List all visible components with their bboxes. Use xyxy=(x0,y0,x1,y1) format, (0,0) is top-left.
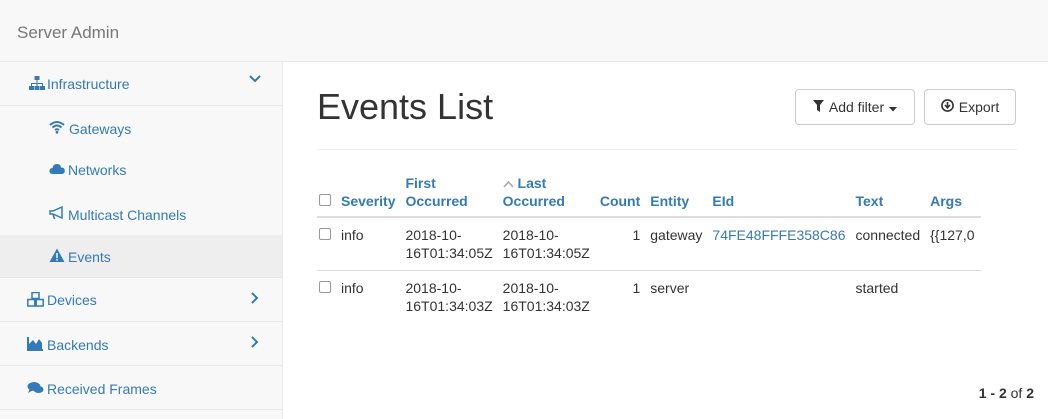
chevron-right-icon xyxy=(248,291,262,308)
select-all-cell xyxy=(317,170,337,217)
chevron-right-icon xyxy=(248,335,262,352)
first-occurred-time: 16T01:34:05Z xyxy=(405,245,493,261)
events-table: Severity First Occurred Last Occurred Coun… xyxy=(317,170,981,323)
row-checkbox[interactable] xyxy=(319,228,331,240)
table-header-row: Severity First Occurred Last Occurred Coun… xyxy=(317,170,981,217)
first-occurred-date: 2018-10- xyxy=(405,227,462,243)
brand-title[interactable]: Server Admin xyxy=(17,23,119,43)
cell-severity: info xyxy=(341,280,364,296)
select-all-checkbox[interactable] xyxy=(319,194,331,206)
sidebar-item-label: Networks xyxy=(68,162,127,178)
row-checkbox[interactable] xyxy=(319,281,331,293)
cell-text: started xyxy=(855,280,899,296)
last-occurred-line1: Last xyxy=(517,175,547,191)
cell-count: 1 xyxy=(632,280,641,296)
cell-first-occurred: 2018-10- 16T01:34:05Z xyxy=(401,217,498,271)
filter-icon xyxy=(812,99,824,115)
col-eid[interactable]: EId xyxy=(708,170,851,217)
cell-count: 1 xyxy=(632,227,641,243)
warning-icon xyxy=(49,248,65,264)
sidebar-item-label: Devices xyxy=(47,292,97,308)
cell-entity: gateway xyxy=(650,227,703,243)
cell-args xyxy=(926,271,980,324)
last-occurred-date: 2018-10- xyxy=(502,227,559,243)
sidebar: Infrastructure Gateways Networks Multica… xyxy=(0,62,283,419)
col-first-occurred[interactable]: First Occurred xyxy=(401,170,498,217)
sitemap-icon xyxy=(29,75,45,91)
sidebar-item-gateways[interactable]: Gateways xyxy=(0,106,282,149)
add-filter-label: Add filter xyxy=(828,99,885,115)
last-occurred-date: 2018-10- xyxy=(502,280,559,296)
area-chart-icon xyxy=(27,336,43,352)
sidebar-item-multicast-channels[interactable]: Multicast Channels xyxy=(0,192,282,235)
row-select-cell xyxy=(317,271,337,324)
sidebar-item-backends[interactable]: Backends xyxy=(0,322,282,366)
cubes-icon xyxy=(27,291,44,308)
main-content: Events List Add filter Export Severity F… xyxy=(283,62,1048,419)
cell-text: connected xyxy=(855,227,921,243)
page-title: Events List xyxy=(317,86,494,127)
pagination-total: 2 xyxy=(1026,385,1034,401)
top-navbar: Server Admin xyxy=(0,0,1048,62)
sidebar-item-label: Backends xyxy=(47,337,109,353)
col-last-occurred[interactable]: Last Occurred xyxy=(499,170,596,217)
cell-last-occurred: 2018-10- 16T01:34:03Z xyxy=(499,271,596,324)
col-text[interactable]: Text xyxy=(852,170,927,217)
sidebar-item-label: Received Frames xyxy=(47,381,157,397)
sidebar-item-devices[interactable]: Devices xyxy=(0,278,282,322)
sidebar-item-label: Multicast Channels xyxy=(68,207,187,223)
divider xyxy=(317,149,1017,150)
col-entity[interactable]: Entity xyxy=(646,170,708,217)
last-occurred-line2: Occurred xyxy=(502,193,565,209)
sidebar-item-received-frames[interactable]: Received Frames xyxy=(0,366,282,410)
wifi-icon xyxy=(49,120,65,136)
cell-eid-link[interactable]: 74FE48FFFE358C86 xyxy=(708,217,851,271)
cell-last-occurred: 2018-10- 16T01:34:05Z xyxy=(499,217,596,271)
cloud-icon xyxy=(49,162,65,178)
add-filter-button[interactable]: Add filter xyxy=(795,89,915,125)
caret-down-icon xyxy=(889,99,898,115)
col-args[interactable]: Args xyxy=(926,170,980,217)
cell-eid-link[interactable] xyxy=(708,271,851,324)
table-row[interactable]: info 2018-10- 16T01:34:03Z 2018-10- 16T01:… xyxy=(317,270,981,324)
col-count[interactable]: Count xyxy=(596,170,646,217)
export-label: Export xyxy=(958,99,1000,115)
last-occurred-time: 16T01:34:03Z xyxy=(502,298,590,314)
first-occurred-time: 16T01:34:03Z xyxy=(405,298,493,314)
last-occurred-time: 16T01:34:05Z xyxy=(502,245,590,261)
col-severity[interactable]: Severity xyxy=(337,170,401,217)
sidebar-item-label: Events xyxy=(68,249,111,265)
sidebar-item-infrastructure[interactable]: Infrastructure xyxy=(0,62,282,106)
first-occurred-line2: Occurred xyxy=(405,193,468,209)
bullhorn-icon xyxy=(49,205,65,222)
sidebar-item-events[interactable]: Events xyxy=(0,235,282,278)
chevron-down-icon xyxy=(248,72,262,89)
pagination-range: 1 - 2 xyxy=(978,385,1007,401)
download-circle-icon xyxy=(940,99,954,115)
cell-args: {{127,0 xyxy=(930,227,975,243)
table-row[interactable]: info 2018-10- 16T01:34:05Z 2018-10- 16T01:… xyxy=(317,217,981,271)
cell-first-occurred: 2018-10- 16T01:34:03Z xyxy=(401,271,498,324)
pagination-summary: 1 - 2 of 2 xyxy=(979,385,1034,401)
pagination-of: of xyxy=(1010,385,1023,401)
sort-asc-icon xyxy=(503,175,514,191)
comments-icon xyxy=(27,381,44,397)
sidebar-item-networks[interactable]: Networks xyxy=(0,149,282,192)
sidebar-item-label: Gateways xyxy=(69,121,132,137)
first-occurred-line1: First xyxy=(405,175,436,191)
sidebar-item-label: Infrastructure xyxy=(47,76,130,92)
cell-entity: server xyxy=(650,280,690,296)
export-button[interactable]: Export xyxy=(924,89,1016,125)
first-occurred-date: 2018-10- xyxy=(405,280,462,296)
cell-severity: info xyxy=(341,227,364,243)
row-select-cell xyxy=(317,217,337,271)
